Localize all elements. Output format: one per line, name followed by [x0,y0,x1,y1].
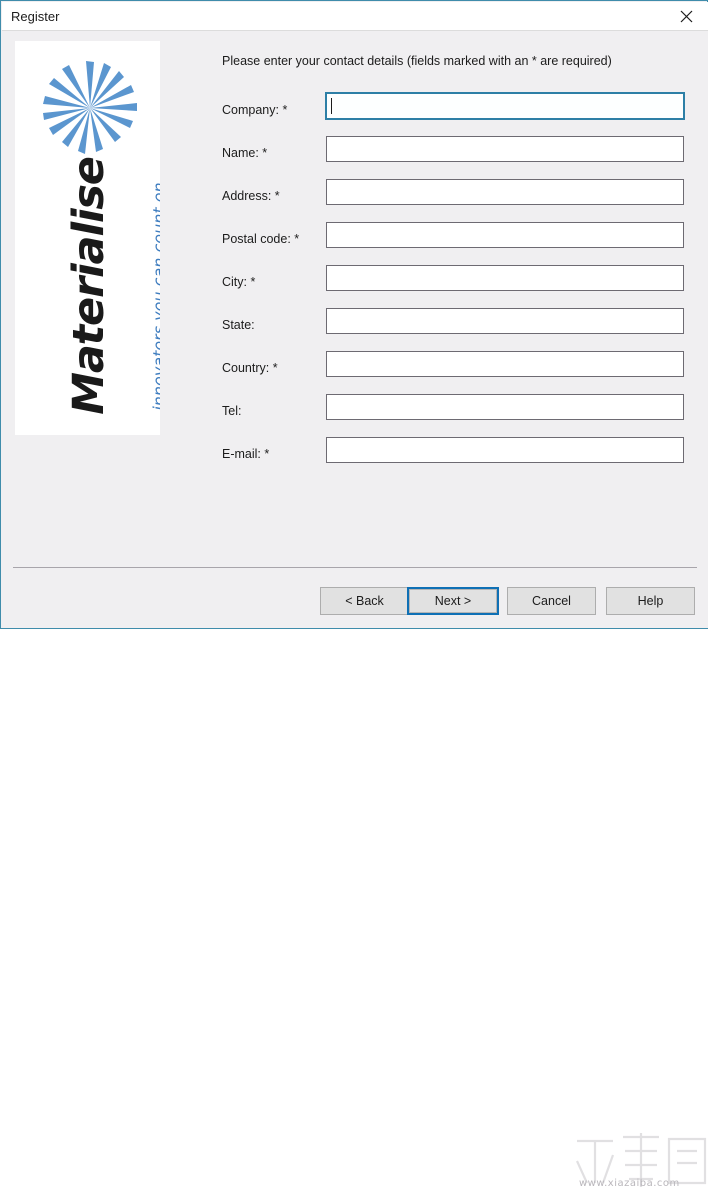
dialog-body: Materialise innovators you can count on … [2,31,708,567]
input-company[interactable] [326,93,684,119]
text-caret [331,98,332,114]
label-name: Name: * [222,146,268,160]
help-button[interactable]: Help [606,587,695,615]
field-row-address: Address: * [222,179,692,222]
label-email: E-mail: * [222,447,270,461]
label-tel: Tel: [222,404,242,418]
label-address: Address: * [222,189,280,203]
next-button[interactable]: Next > [407,587,499,615]
contact-details-form: Company: * Name: * Address: * Postal cod… [222,93,692,480]
label-country: Country: * [222,361,278,375]
back-button[interactable]: < Back [320,587,409,615]
field-row-country: Country: * [222,351,692,394]
input-name[interactable] [326,136,684,162]
label-city: City: * [222,275,256,289]
logo-text-block: Materialise innovators you can count on [15,131,160,431]
label-postal-code: Postal code: * [222,232,300,246]
dialog-footer: www.xiazaiba.com < Back Next > Cancel He… [2,567,708,1189]
brand-tagline: innovators you can count on [149,182,161,411]
site-watermark-url: www.xiazaiba.com [579,1178,680,1189]
label-state: State: [222,318,255,332]
input-email[interactable] [326,437,684,463]
title-bar: Register [2,2,708,31]
window-title: Register [11,9,60,24]
field-row-name: Name: * [222,136,692,179]
input-state[interactable] [326,308,684,334]
label-company: Company: * [222,103,288,117]
register-dialog: Register Materialise innovators you can … [0,0,708,1189]
instruction-text: Please enter your contact details (field… [222,54,612,68]
input-tel[interactable] [326,394,684,420]
field-row-state: State: [222,308,692,351]
field-row-postal-code: Postal code: * [222,222,692,265]
materialise-logo-panel: Materialise innovators you can count on [15,41,160,435]
input-city[interactable] [326,265,684,291]
field-row-city: City: * [222,265,692,308]
cancel-button[interactable]: Cancel [507,587,596,615]
footer-separator [13,567,697,568]
site-watermark-glyphs [573,1131,708,1193]
field-row-email: E-mail: * [222,437,692,480]
close-icon [680,10,693,23]
field-row-company: Company: * [222,93,692,136]
input-postal-code[interactable] [326,222,684,248]
brand-wordmark: Materialise [64,157,114,415]
close-button[interactable] [664,2,708,30]
field-row-tel: Tel: [222,394,692,437]
input-country[interactable] [326,351,684,377]
input-address[interactable] [326,179,684,205]
